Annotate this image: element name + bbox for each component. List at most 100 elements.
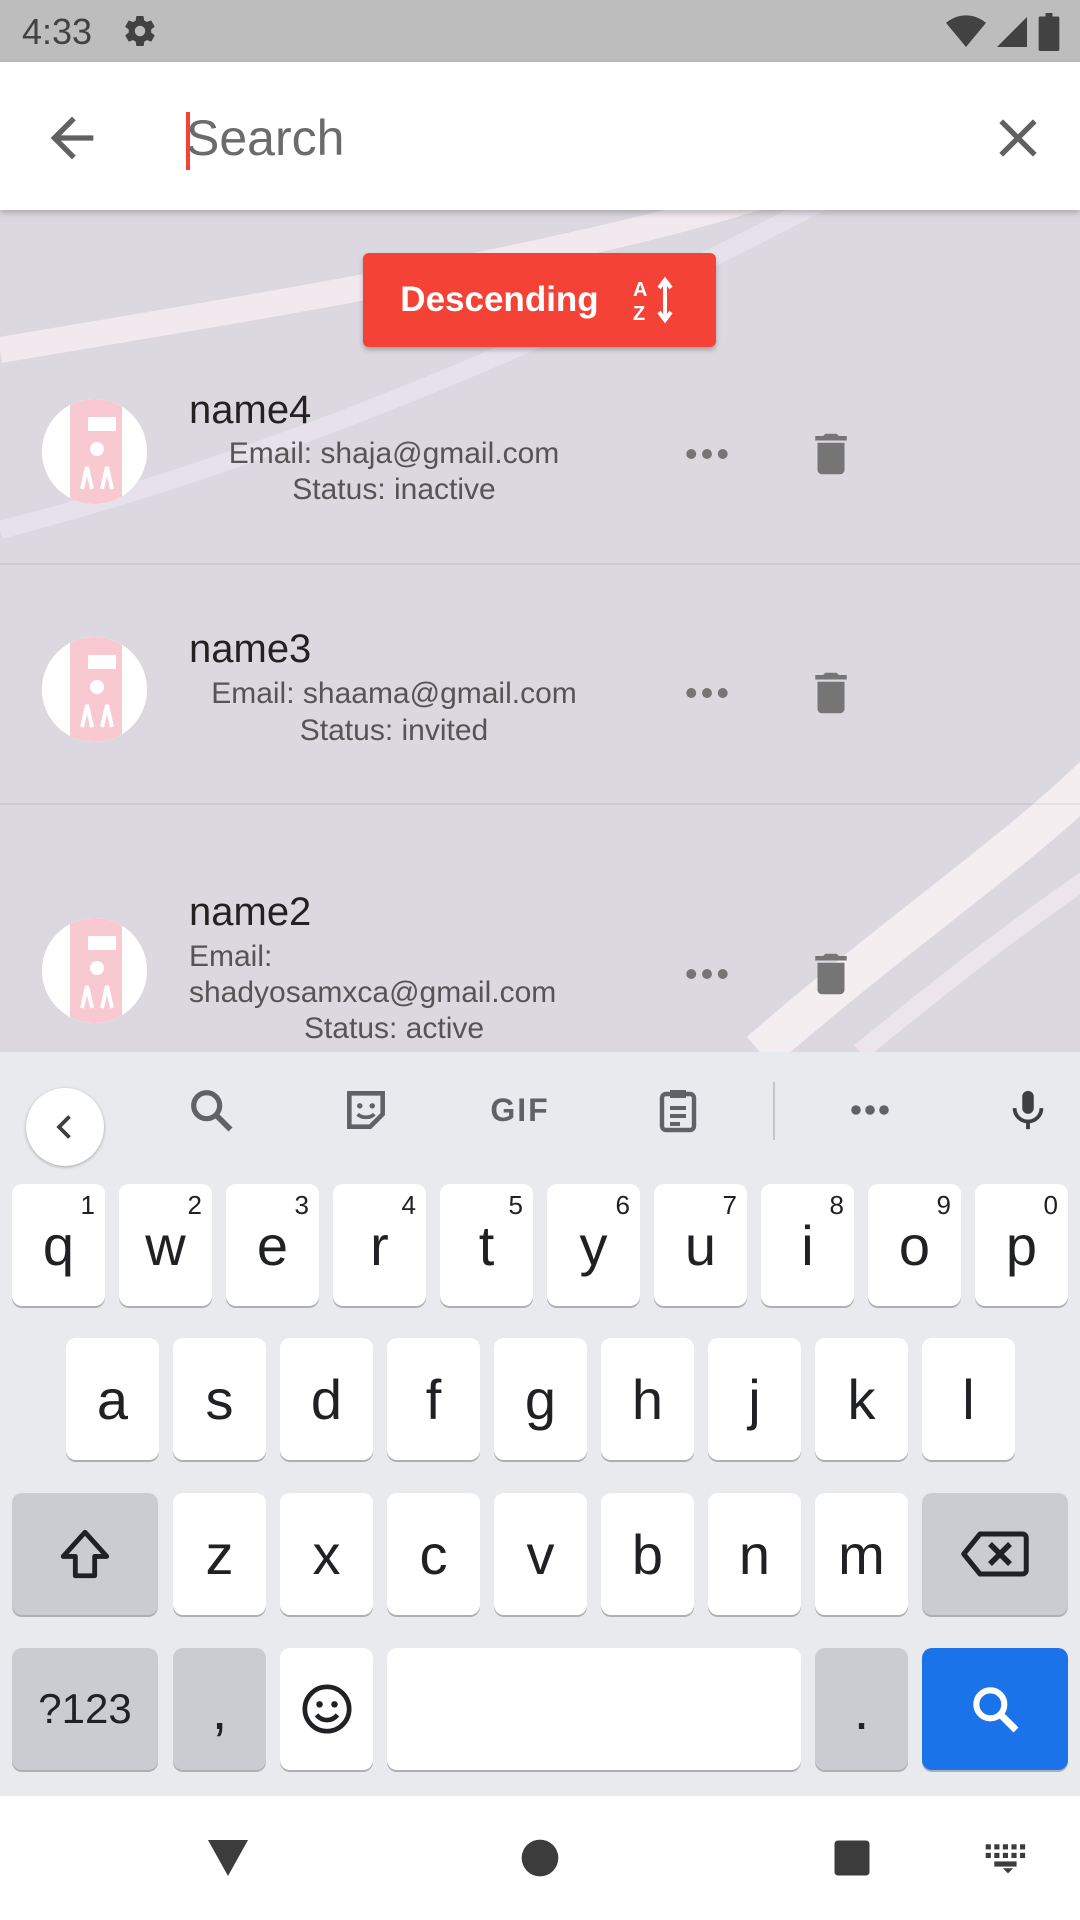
- space-key[interactable]: [387, 1648, 801, 1770]
- sticker-icon: [347, 1091, 385, 1129]
- sort-az-icon: A Z: [633, 276, 673, 324]
- sort-button-label: Descending: [400, 280, 599, 319]
- gif-label: GIF: [490, 1091, 550, 1128]
- nav-home-button[interactable]: [510, 1828, 570, 1888]
- nav-recents-button[interactable]: [822, 1828, 882, 1888]
- user-status: Status: inactive: [292, 473, 496, 506]
- back-arrow-icon[interactable]: [40, 106, 104, 170]
- keyboard-switch-button[interactable]: [978, 1828, 1038, 1888]
- user-row[interactable]: name4 Email: shaja@gmail.com Status: ina…: [0, 347, 1080, 565]
- close-icon[interactable]: [986, 106, 1050, 170]
- key-o[interactable]: 9o: [868, 1184, 961, 1306]
- shift-arrow-icon: [60, 1529, 110, 1579]
- search-app-bar: [0, 62, 1080, 210]
- keyboard-more-tool[interactable]: [838, 1078, 902, 1142]
- shift-key[interactable]: [12, 1493, 158, 1615]
- svg-text:Z: Z: [633, 303, 645, 324]
- key-m[interactable]: m: [815, 1493, 908, 1615]
- avatar: [42, 918, 147, 1023]
- key-z[interactable]: z: [173, 1493, 266, 1615]
- settings-gear-icon: [125, 15, 155, 47]
- key-q[interactable]: 1q: [12, 1184, 105, 1306]
- user-row[interactable]: name3 Email: shaama@gmail.com Status: in…: [0, 565, 1080, 805]
- key-x[interactable]: x: [280, 1493, 373, 1615]
- sort-descending-button[interactable]: Descending A Z: [363, 253, 716, 347]
- search-icon: [973, 1687, 1019, 1733]
- key-f[interactable]: f: [387, 1338, 480, 1460]
- key-p[interactable]: 0p: [975, 1184, 1068, 1306]
- toolbar-divider: [773, 1082, 775, 1140]
- avatar: [42, 637, 147, 742]
- keyboard-icon: [985, 1844, 1026, 1874]
- more-options-icon[interactable]: [680, 666, 734, 720]
- key-k[interactable]: k: [815, 1338, 908, 1460]
- key-g[interactable]: g: [494, 1338, 587, 1460]
- user-name: name3: [189, 627, 312, 671]
- status-bar: 4:33: [0, 0, 1080, 62]
- more-options-icon: [851, 1105, 889, 1115]
- nav-back-button[interactable]: [198, 1828, 258, 1888]
- key-i[interactable]: 8i: [761, 1184, 854, 1306]
- key-r[interactable]: 4r: [333, 1184, 426, 1306]
- user-email: Email: shaama@gmail.com: [211, 677, 577, 710]
- keyboard-gif-tool[interactable]: GIF: [485, 1078, 555, 1142]
- key-d[interactable]: d: [280, 1338, 373, 1460]
- text-caret: [186, 112, 190, 170]
- user-name: name2: [189, 890, 312, 934]
- delete-trash-icon[interactable]: [804, 666, 858, 720]
- clipboard-icon: [659, 1090, 697, 1133]
- user-status: Status: active: [303, 1012, 485, 1045]
- user-email: Email: shaja@gmail.com: [228, 437, 560, 470]
- delete-trash-icon[interactable]: [804, 427, 858, 481]
- backspace-icon: [961, 1531, 1029, 1577]
- more-options-icon[interactable]: [680, 947, 734, 1001]
- key-a[interactable]: a: [66, 1338, 159, 1460]
- signal-icon: [997, 17, 1027, 47]
- symbols-key[interactable]: ?123: [12, 1648, 158, 1770]
- keyboard-clipboard-tool[interactable]: [646, 1078, 710, 1142]
- keyboard-voice-tool[interactable]: [996, 1078, 1060, 1142]
- square-recents-icon: [834, 1840, 870, 1876]
- key-l[interactable]: l: [922, 1338, 1015, 1460]
- key-v[interactable]: v: [494, 1493, 587, 1615]
- emoji-icon: [302, 1684, 351, 1734]
- key-w[interactable]: 2w: [119, 1184, 212, 1306]
- microphone-icon: [1012, 1090, 1044, 1130]
- key-s[interactable]: s: [173, 1338, 266, 1460]
- system-nav-bar: [0, 1796, 1080, 1920]
- keyboard-sticker-tool[interactable]: [334, 1078, 398, 1142]
- key-c[interactable]: c: [387, 1493, 480, 1615]
- search-icon: [191, 1090, 233, 1132]
- key-h[interactable]: h: [601, 1338, 694, 1460]
- user-name: name4: [189, 388, 312, 432]
- svg-text:A: A: [633, 279, 647, 301]
- user-row[interactable]: name2 Email: shadyosamxca@gmail.com Stat…: [0, 805, 1080, 1052]
- triangle-back-icon: [208, 1840, 248, 1876]
- more-options-icon[interactable]: [680, 427, 734, 481]
- delete-trash-icon[interactable]: [804, 947, 858, 1001]
- backspace-key[interactable]: [922, 1493, 1068, 1615]
- period-key[interactable]: .: [815, 1648, 908, 1770]
- comma-key[interactable]: ,: [173, 1648, 266, 1770]
- key-n[interactable]: n: [708, 1493, 801, 1615]
- chevron-left-icon: [56, 1115, 71, 1139]
- key-t[interactable]: 5t: [440, 1184, 533, 1306]
- key-b[interactable]: b: [601, 1493, 694, 1615]
- key-y[interactable]: 6y: [547, 1184, 640, 1306]
- user-status: Status: invited: [299, 714, 489, 747]
- keyboard-collapse-button[interactable]: [26, 1088, 104, 1166]
- avatar: [42, 399, 147, 504]
- key-e[interactable]: 3e: [226, 1184, 319, 1306]
- keyboard-toolbar: GIF: [0, 1052, 1080, 1168]
- search-input[interactable]: [186, 102, 946, 174]
- user-email-label: Email:: [189, 940, 273, 973]
- keyboard-search-tool[interactable]: [179, 1078, 243, 1142]
- user-email-value: shadyosamxca@gmail.com: [189, 976, 557, 1009]
- circle-home-icon: [521, 1839, 559, 1877]
- status-icons: [946, 13, 1060, 51]
- search-action-key[interactable]: [922, 1648, 1068, 1770]
- emoji-key[interactable]: [280, 1648, 373, 1770]
- key-j[interactable]: j: [708, 1338, 801, 1460]
- status-time: 4:33: [22, 11, 93, 52]
- key-u[interactable]: 7u: [654, 1184, 747, 1306]
